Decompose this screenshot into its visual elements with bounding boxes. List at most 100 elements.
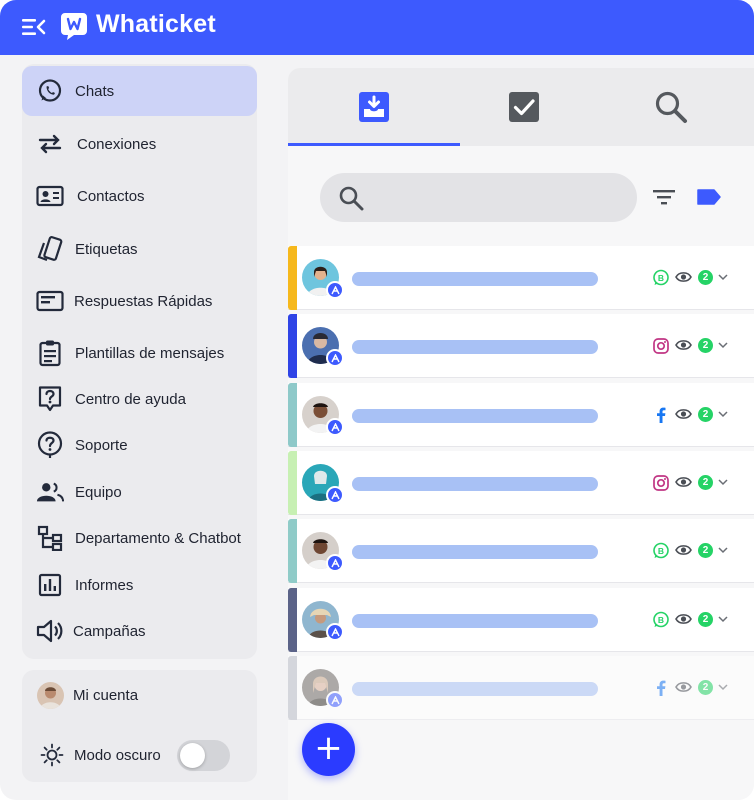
whatsapp-business-icon: B [653,611,669,628]
sidebar-item-soporte[interactable]: Soporte [22,420,257,470]
chat-row[interactable]: 2 [288,656,754,720]
search-bar[interactable] [320,173,637,222]
sidebar-item-equipo[interactable]: Equipo [22,467,257,517]
inbox-icon [358,92,389,122]
chevron-down-icon[interactable] [718,410,728,418]
sidebar-item-campanas[interactable]: Campañas [22,606,257,656]
menu-collapse-icon[interactable] [20,15,46,39]
sidebar-item-label: Centro de ayuda [75,390,186,408]
new-ticket-fab[interactable]: + [302,723,355,776]
chat-color-stripe [288,656,297,720]
unread-count-badge: 2 [698,612,713,627]
chat-list: B 2 2 2 2 B 2 B 2 2 [288,246,754,726]
tab-search[interactable] [593,68,748,146]
sidebar-item-respuestas-rapidas[interactable]: Respuestas Rápidas [22,276,257,326]
search-icon [339,186,364,211]
dark-mode-toggle[interactable] [177,740,230,771]
tab-bar [288,68,754,146]
sidebar-item-departamento[interactable]: Departamento & Chatbot [22,513,257,563]
help-center-icon [36,385,64,413]
filter-icon[interactable] [652,187,676,207]
account-panel: Mi cuenta Modo oscuro [22,670,257,782]
chevron-down-icon[interactable] [718,478,728,486]
team-icon [36,478,64,506]
chevron-down-icon[interactable] [718,683,728,691]
chat-row[interactable]: 2 [288,383,754,447]
sidebar-item-conexiones[interactable]: Conexiones [22,119,257,169]
chevron-down-icon[interactable] [718,341,728,349]
sidebar: Chats Conexiones Contactos Etiquetas Res [22,64,257,659]
eye-icon[interactable] [675,338,692,352]
sidebar-item-centro-ayuda[interactable]: Centro de ayuda [22,374,257,424]
eye-icon[interactable] [675,543,692,557]
chat-row[interactable]: B 2 [288,588,754,652]
app-window: Whaticket Chats Conexiones Contactos Eti… [0,0,754,800]
unread-count-badge: 2 [698,475,713,490]
tab-resolved[interactable] [446,68,601,146]
search-tab-icon [655,91,687,123]
sidebar-item-label: Campañas [73,622,146,640]
whatsapp-icon [36,77,64,105]
sidebar-item-etiquetas[interactable]: Etiquetas [22,224,257,274]
sidebar-item-contactos[interactable]: Contactos [22,171,257,221]
whaticket-logo-icon [61,13,87,40]
chat-row[interactable]: B 2 [288,519,754,583]
chat-color-stripe [288,451,297,515]
agent-badge-icon [326,418,344,436]
chat-row[interactable]: B 2 [288,246,754,310]
toggle-knob [180,743,205,768]
chevron-down-icon[interactable] [718,546,728,554]
clipboard-icon [36,339,64,367]
chat-color-stripe [288,519,297,583]
sidebar-item-chats[interactable]: Chats [22,66,257,116]
sidebar-item-label: Departamento & Chatbot [75,529,241,547]
sidebar-item-label: Chats [75,82,115,100]
plus-icon: + [314,728,343,768]
message-preview-placeholder [352,682,598,696]
eye-icon[interactable] [675,475,692,489]
sidebar-item-label: Conexiones [77,135,157,153]
agent-badge-icon [326,349,344,367]
contact-card-icon [36,182,64,210]
message-preview-placeholder [352,477,598,491]
instagram-icon [653,338,669,354]
swap-arrows-icon [36,130,64,158]
unread-count-badge: 2 [698,407,713,422]
chat-color-stripe [288,246,297,310]
message-preview-placeholder [352,614,598,628]
chat-color-stripe [288,588,297,652]
org-chart-icon [36,524,64,552]
eye-icon[interactable] [675,680,692,694]
message-preview-placeholder [352,340,598,354]
chat-color-stripe [288,383,297,447]
tag-filter-icon[interactable] [696,187,722,207]
agent-badge-icon [326,486,344,504]
chat-color-stripe [288,314,297,378]
quick-reply-icon [36,287,64,315]
whatsapp-business-icon: B [653,269,669,286]
message-preview-placeholder [352,409,598,423]
my-account-link[interactable]: Mi cuenta [73,687,138,704]
instagram-icon [653,475,669,491]
sidebar-item-label: Informes [75,576,134,594]
svg-text:B: B [658,273,664,283]
chevron-down-icon[interactable] [718,273,728,281]
message-preview-placeholder [352,272,598,286]
sidebar-item-informes[interactable]: Informes [22,560,257,610]
chat-row[interactable]: 2 [288,451,754,515]
sidebar-item-plantillas[interactable]: Plantillas de mensajes [22,328,257,378]
avatar[interactable] [37,682,64,709]
facebook-icon [657,407,666,423]
eye-icon[interactable] [675,612,692,626]
sidebar-item-label: Etiquetas [75,240,138,258]
chevron-down-icon[interactable] [718,615,728,623]
facebook-icon [657,680,666,696]
search-input[interactable] [380,185,620,209]
megaphone-icon [36,617,64,645]
top-bar: Whaticket [0,0,754,55]
tab-inbox[interactable] [296,68,451,146]
eye-icon[interactable] [675,407,692,421]
chat-row[interactable]: 2 [288,314,754,378]
svg-text:B: B [658,546,664,556]
eye-icon[interactable] [675,270,692,284]
